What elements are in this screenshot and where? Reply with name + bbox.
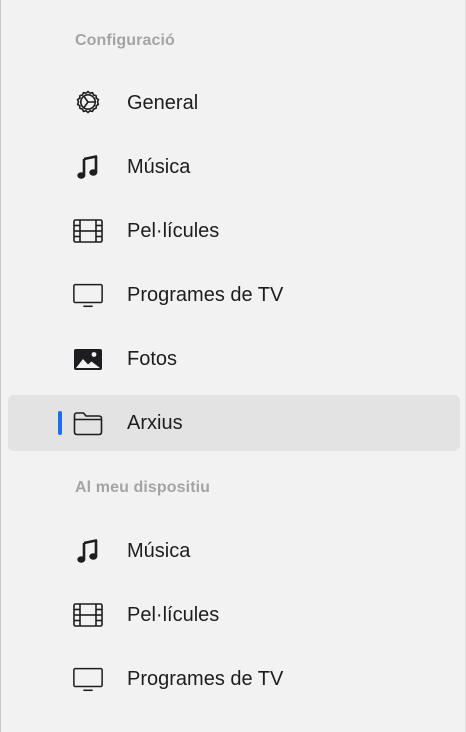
sidebar-item-label: Música [127, 540, 191, 562]
sidebar-item-device-tv-shows[interactable]: Programes de TV [8, 651, 460, 707]
sidebar-item-label: Arxius [127, 412, 183, 434]
sidebar-item-movies[interactable]: Pel·lícules [8, 203, 460, 259]
sidebar-item-label: General [127, 92, 199, 114]
section-header-on-my-device: Al meu dispositiu [75, 479, 211, 496]
sidebar-item-label: Pel·lícules [127, 604, 220, 626]
tv-icon [72, 664, 104, 694]
sidebar-item-general[interactable]: General [8, 75, 460, 131]
sidebar-item-files[interactable]: Arxius [8, 395, 460, 451]
sidebar-item-label: Programes de TV [127, 668, 284, 690]
tv-icon [72, 280, 104, 310]
section-header-settings: Configuració [75, 32, 175, 49]
sidebar-item-photos[interactable]: Fotos [8, 331, 460, 387]
music-note-icon [72, 536, 104, 566]
selection-indicator [58, 411, 62, 435]
gear-icon [72, 88, 104, 118]
film-icon [72, 216, 104, 246]
sidebar-item-label: Fotos [127, 348, 178, 370]
sidebar-item-label: Música [127, 156, 191, 178]
sidebar-item-device-music[interactable]: Música [8, 523, 460, 579]
sidebar: Configuració General Música Pel·lícules … [0, 0, 466, 732]
sidebar-item-tv-shows[interactable]: Programes de TV [8, 267, 460, 323]
sidebar-item-music[interactable]: Música [8, 139, 460, 195]
sidebar-item-device-movies[interactable]: Pel·lícules [8, 587, 460, 643]
film-icon [72, 600, 104, 630]
sidebar-item-label: Programes de TV [127, 284, 284, 306]
music-note-icon [72, 152, 104, 182]
folder-icon [72, 408, 104, 438]
sidebar-item-label: Pel·lícules [127, 220, 220, 242]
photo-icon [72, 344, 104, 374]
